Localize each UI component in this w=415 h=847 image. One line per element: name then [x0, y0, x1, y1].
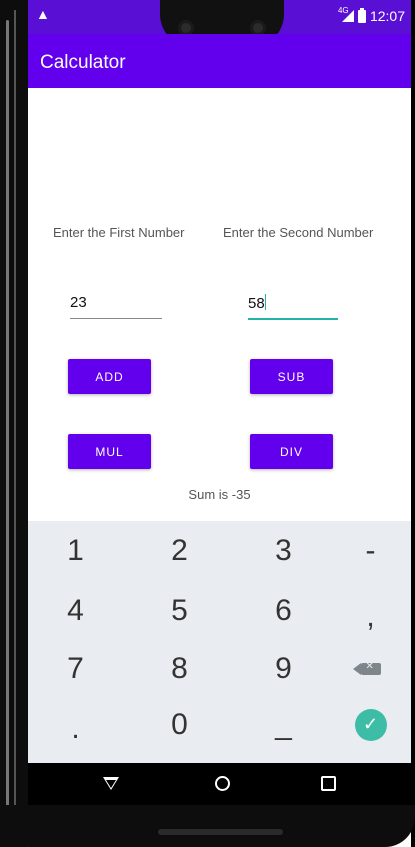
second-number-label: Enter the Second Number	[223, 225, 374, 240]
sub-button[interactable]: SUB	[250, 359, 333, 394]
warning-triangle-icon: ▲	[36, 6, 50, 22]
app-bar: Calculator	[28, 34, 411, 88]
key-comma[interactable]: ,	[323, 589, 411, 644]
result-text: Sum is -35	[188, 487, 251, 502]
phone-screen: ▲ 4G 12:07 Calculator Enter the First Nu…	[28, 0, 411, 805]
key-minus[interactable]: -	[323, 523, 411, 578]
checkmark-icon: ✓	[354, 708, 387, 741]
status-time: 12:07	[369, 8, 405, 24]
mul-button[interactable]: MUL	[68, 434, 151, 469]
first-number-value: 23	[70, 294, 87, 311]
key-7[interactable]: 7	[28, 641, 123, 696]
first-number-input[interactable]: 23	[70, 294, 162, 319]
device-chin	[0, 805, 415, 847]
recent-apps-icon[interactable]	[321, 776, 336, 791]
key-2[interactable]: 2	[132, 523, 227, 578]
status-bar: ▲ 4G 12:07	[28, 0, 411, 48]
key-1[interactable]: 1	[28, 523, 123, 578]
first-number-label: Enter the First Number	[53, 225, 185, 240]
second-number-value: 58	[248, 295, 265, 312]
device-frame-left	[0, 0, 28, 847]
key-underscore[interactable]: _	[236, 697, 331, 752]
key-0[interactable]: 0	[132, 697, 227, 752]
text-cursor	[264, 294, 266, 310]
div-button[interactable]: DIV	[250, 434, 333, 469]
key-4[interactable]: 4	[28, 583, 123, 638]
key-5[interactable]: 5	[132, 583, 227, 638]
key-6[interactable]: 6	[236, 583, 331, 638]
backspace-icon	[352, 661, 381, 675]
device-home-indicator	[158, 829, 283, 835]
battery-icon	[357, 7, 366, 23]
backspace-key[interactable]	[323, 641, 411, 696]
add-button[interactable]: ADD	[68, 359, 151, 394]
back-icon[interactable]	[103, 777, 119, 790]
status-icons: 4G 12:07	[338, 6, 405, 24]
app-title: Calculator	[40, 52, 126, 73]
numeric-keyboard: 1 2 3 - 4 5 6 , 7 8 9 . 0 _ ✓	[28, 521, 411, 763]
key-9[interactable]: 9	[236, 641, 331, 696]
key-3[interactable]: 3	[236, 523, 331, 578]
navigation-bar	[28, 763, 411, 805]
key-period[interactable]: .	[28, 701, 123, 756]
signal-icon: 4G	[338, 6, 354, 22]
key-8[interactable]: 8	[132, 641, 227, 696]
device-frame-right	[411, 0, 415, 847]
home-icon[interactable]	[215, 776, 230, 791]
second-number-input[interactable]: 58	[248, 294, 338, 320]
done-key[interactable]: ✓	[323, 697, 411, 752]
network-type-label: 4G	[337, 6, 349, 15]
